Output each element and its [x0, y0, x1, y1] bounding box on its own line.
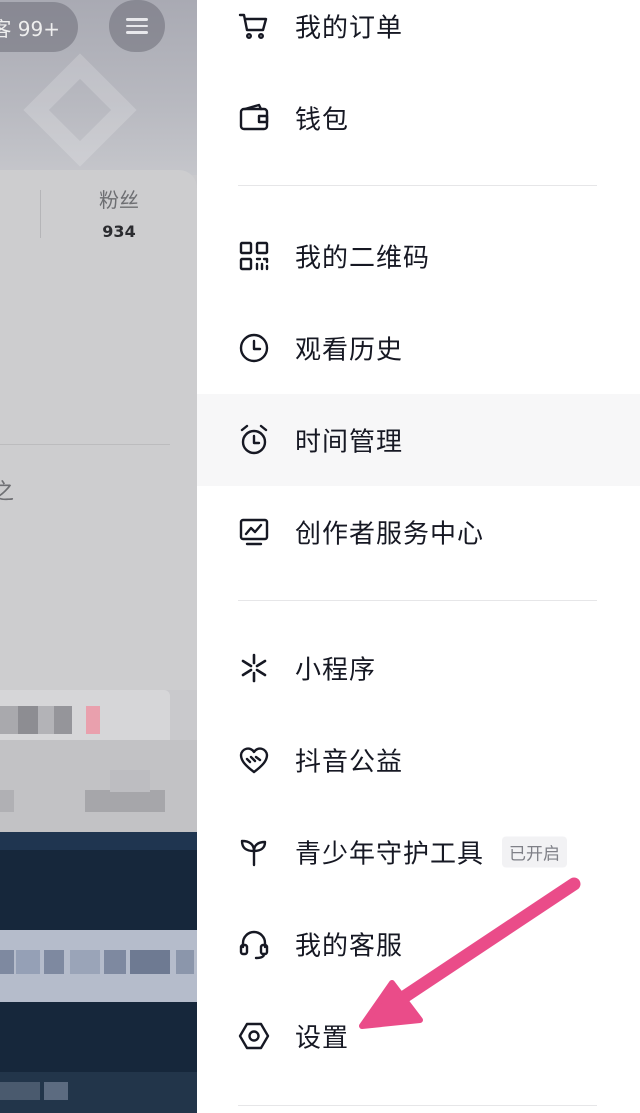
menu-item-label: 我的订单 — [295, 13, 404, 44]
menu-item-qr-code[interactable]: 我的二维码 — [197, 210, 640, 302]
profile-divider — [0, 444, 170, 445]
wallet-icon — [237, 101, 271, 135]
menu-item-label: 钱包 — [295, 105, 350, 136]
qr-code-icon — [237, 239, 271, 273]
fans-label[interactable]: 粉丝 — [74, 184, 164, 213]
menu-item-time-management[interactable]: 时间管理 — [197, 394, 640, 486]
sprout-icon — [237, 835, 271, 869]
blurred-video-thumbnail — [0, 832, 197, 1113]
visitor-badge-button[interactable]: 客 99+ — [0, 2, 78, 52]
menu-divider — [238, 1105, 597, 1106]
truncated-text: 之 — [0, 480, 15, 505]
menu-item-mini-programs[interactable]: 小程序 — [197, 622, 640, 714]
settings-hexagon-icon — [237, 1019, 271, 1053]
menu-item-label: 设置 — [295, 1023, 350, 1054]
headset-icon — [237, 927, 271, 961]
menu-item-orders[interactable]: 我的订单 — [197, 0, 640, 72]
menu-divider — [238, 600, 597, 601]
charity-heart-icon — [237, 743, 271, 777]
side-drawer: 我的订单 钱包 我的二维码 观看历史 时间管理 创作者服务中心 小程序 抖音公益… — [197, 0, 640, 1113]
clock-icon — [237, 331, 271, 365]
menu-item-creator-center[interactable]: 创作者服务中心 — [197, 486, 640, 578]
menu-item-settings[interactable]: 设置 — [197, 990, 640, 1082]
cover-decoration — [23, 53, 137, 167]
menu-item-label: 我的客服 — [295, 931, 404, 962]
creator-monitor-icon — [237, 515, 271, 549]
menu-item-label: 小程序 — [295, 655, 377, 686]
hamburger-icon — [126, 18, 148, 34]
menu-item-label: 青少年守护工具 — [295, 839, 485, 870]
menu-divider — [238, 185, 597, 186]
blurred-content-block — [0, 740, 197, 835]
fans-count[interactable]: 934 — [74, 222, 164, 241]
menu-item-label: 观看历史 — [295, 335, 404, 366]
alarm-clock-icon — [237, 423, 271, 457]
profile-page-dimmed[interactable]: 客 99+ 粉丝 934 之 — [0, 0, 197, 1113]
profile-card — [0, 170, 197, 690]
menu-item-label: 我的二维码 — [295, 243, 431, 274]
menu-item-youth-protection[interactable]: 青少年守护工具 已开启 — [197, 806, 640, 898]
stat-divider — [40, 190, 41, 238]
menu-item-label: 创作者服务中心 — [295, 519, 485, 550]
menu-item-wallet[interactable]: 钱包 — [197, 72, 640, 164]
cart-icon — [237, 9, 271, 43]
menu-item-charity[interactable]: 抖音公益 — [197, 714, 640, 806]
menu-item-watch-history[interactable]: 观看历史 — [197, 302, 640, 394]
mini-program-icon — [237, 651, 271, 685]
menu-item-label: 时间管理 — [295, 427, 404, 458]
menu-item-label: 抖音公益 — [295, 747, 404, 778]
menu-item-customer-service[interactable]: 我的客服 — [197, 898, 640, 990]
status-badge: 已开启 — [502, 836, 567, 868]
menu-button[interactable] — [109, 0, 165, 52]
